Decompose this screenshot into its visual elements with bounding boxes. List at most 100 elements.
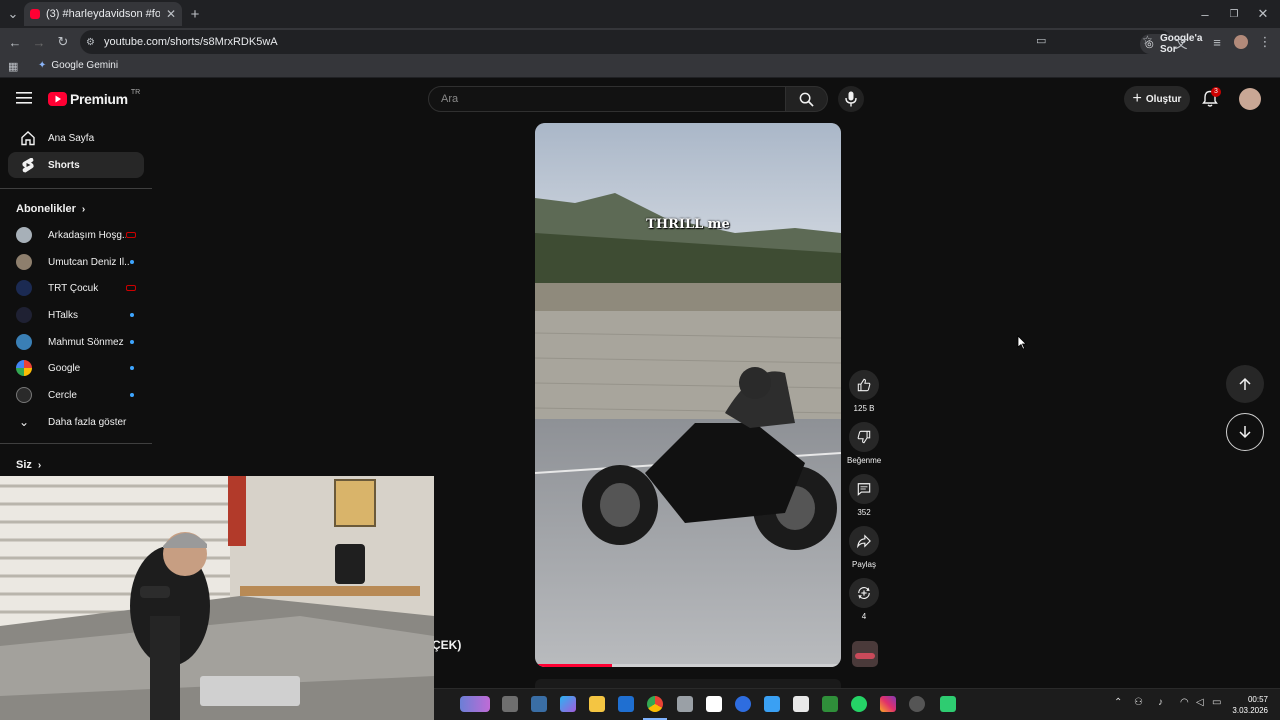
address-bar[interactable]: ⚙ youtube.com/shorts/s8MrxRDK5wA ▭ ◎ Goo… — [80, 30, 1209, 55]
browser-tab-bar: ⌄ (3) #harleydavidson #fortyeight ✕ + – … — [0, 0, 1280, 28]
chrome-icon[interactable] — [647, 696, 663, 712]
channel-avatar — [16, 254, 32, 270]
back-icon[interactable]: ← — [6, 33, 24, 51]
channel-name: Arkadaşım Hoşg... — [48, 229, 126, 241]
forward-icon[interactable]: → — [30, 33, 48, 51]
channel-name: TRT Çocuk — [48, 282, 99, 294]
system-clock[interactable]: 00:57 3.03.2026 — [1232, 694, 1268, 716]
share-button[interactable]: Paylaş — [847, 526, 881, 569]
file-explorer-icon[interactable] — [589, 696, 605, 712]
battery-icon[interactable]: ▭ — [1212, 697, 1221, 708]
dislike-button[interactable]: Beğenme — [847, 422, 881, 465]
new-content-dot — [130, 340, 134, 344]
apps-grid-icon[interactable]: ▦ — [8, 60, 18, 73]
reload-icon[interactable]: ↻ — [54, 33, 72, 51]
shorts-icon — [22, 158, 34, 173]
sidebar-item-home[interactable]: Ana Sayfa — [8, 125, 144, 151]
wifi-icon[interactable]: ◠ — [1180, 697, 1189, 708]
sidebar-divider — [0, 188, 152, 189]
translate-icon[interactable]: 文 — [1172, 33, 1190, 51]
copilot-icon[interactable] — [560, 696, 576, 712]
close-window-icon[interactable]: ✕ — [1254, 5, 1272, 23]
channel-avatar — [16, 387, 32, 403]
cast-icon[interactable]: ▭ — [1036, 34, 1046, 47]
store-icon[interactable] — [618, 696, 634, 712]
tray-app-icon[interactable]: ⚇ — [1134, 697, 1143, 708]
minimize-icon[interactable]: – — [1196, 5, 1214, 23]
subscription-item[interactable]: Mahmut Sönmez — [8, 329, 144, 355]
voice-search-button[interactable] — [838, 86, 864, 112]
chevron-right-icon: › — [37, 459, 42, 471]
tab-list-icon[interactable]: ⌄ — [4, 5, 22, 23]
media-controls-icon[interactable]: ≡ — [1208, 33, 1226, 51]
chatgpt-icon[interactable] — [909, 696, 925, 712]
task-view-icon[interactable] — [502, 696, 518, 712]
whatsapp-icon[interactable] — [851, 696, 867, 712]
browser-tab[interactable]: (3) #harleydavidson #fortyeight ✕ — [24, 2, 182, 26]
like-count: 125 B — [853, 404, 875, 413]
os-taskbar: ⌃ ⚇ ♪ ◠ ◁ ▭ 00:57 3.03.2026 — [434, 688, 1280, 720]
youtube-logo[interactable]: Premium TR — [48, 88, 141, 107]
channel-name: Mahmut Sönmez — [48, 336, 124, 348]
subscription-item[interactable]: Google — [8, 355, 144, 381]
notifications-button[interactable]: 3 — [1202, 87, 1221, 113]
subscription-item[interactable]: Arkadaşım Hoşg... — [8, 222, 144, 248]
account-avatar[interactable] — [1239, 88, 1261, 110]
bookmark-star-icon[interactable]: ☆ — [1142, 33, 1153, 47]
instagram-icon[interactable] — [880, 696, 896, 712]
bookmark-gemini[interactable]: ✦ Google Gemini — [38, 60, 118, 71]
home-icon — [21, 131, 35, 146]
subscription-item[interactable]: Umutcan Deniz İl... — [8, 249, 144, 275]
calculator-icon[interactable] — [531, 696, 547, 712]
capcut-icon[interactable] — [706, 696, 722, 712]
plus-icon: + — [1132, 90, 1142, 107]
channel-avatar — [16, 280, 32, 296]
channel-name: Google — [48, 362, 81, 374]
thumbs-up-icon — [857, 378, 871, 392]
subscription-item[interactable]: Cercle — [8, 382, 144, 408]
new-tab-button[interactable]: + — [186, 5, 204, 23]
profile-avatar[interactable] — [1232, 33, 1250, 51]
mail-icon[interactable] — [677, 696, 693, 712]
remix-button[interactable]: 4 — [847, 578, 881, 621]
logo-region: TR — [130, 88, 141, 96]
widgets-icon[interactable] — [460, 696, 490, 712]
site-info-icon[interactable]: ⚙ — [86, 37, 95, 48]
shorts-video-player[interactable]: THRILL me — [535, 123, 841, 667]
sidebar-item-shorts[interactable]: Shorts — [8, 152, 144, 178]
live-indicator-icon — [126, 285, 136, 291]
tray-chevron-icon[interactable]: ⌃ — [1114, 697, 1122, 708]
tab-close-icon[interactable]: ✕ — [166, 7, 176, 21]
search-button[interactable] — [786, 86, 828, 112]
search-input[interactable]: Ara — [428, 86, 786, 112]
subscription-item[interactable]: TRT Çocuk — [8, 275, 144, 301]
microphone-icon — [845, 91, 857, 107]
app-icon[interactable] — [940, 696, 956, 712]
maps-icon[interactable] — [822, 696, 838, 712]
share-icon — [857, 534, 871, 548]
tray-mic-icon[interactable]: ♪ — [1158, 697, 1163, 708]
comments-button[interactable]: 352 — [847, 474, 881, 517]
menu-icon[interactable] — [16, 91, 32, 110]
add-icon[interactable] — [793, 696, 809, 712]
next-short-button[interactable] — [1226, 413, 1264, 451]
new-content-dot — [130, 366, 134, 370]
browser-menu-icon[interactable]: ⋮ — [1256, 33, 1274, 51]
video-progress-bar[interactable] — [535, 664, 841, 667]
you-section-header[interactable]: Siz › — [16, 459, 41, 471]
audio-track-thumbnail[interactable] — [852, 641, 878, 667]
previous-short-button[interactable] — [1226, 365, 1264, 403]
volume-icon[interactable]: ◁ — [1196, 697, 1204, 708]
new-content-dot — [130, 313, 134, 317]
restore-icon[interactable]: ❐ — [1225, 5, 1243, 23]
channel-avatar — [16, 227, 32, 243]
video-caption: THRILL me — [646, 217, 730, 232]
like-button[interactable]: 125 B — [847, 370, 881, 413]
edge-icon[interactable] — [735, 696, 751, 712]
subscriptions-header[interactable]: Abonelikler › — [16, 203, 85, 215]
create-button[interactable]: + Oluştur — [1124, 86, 1190, 112]
cloud-icon[interactable] — [764, 696, 780, 712]
show-more-button[interactable]: ⌄ Daha fazla göster — [8, 409, 144, 435]
subscription-item[interactable]: HTalks — [8, 302, 144, 328]
comment-count: 352 — [857, 508, 871, 517]
